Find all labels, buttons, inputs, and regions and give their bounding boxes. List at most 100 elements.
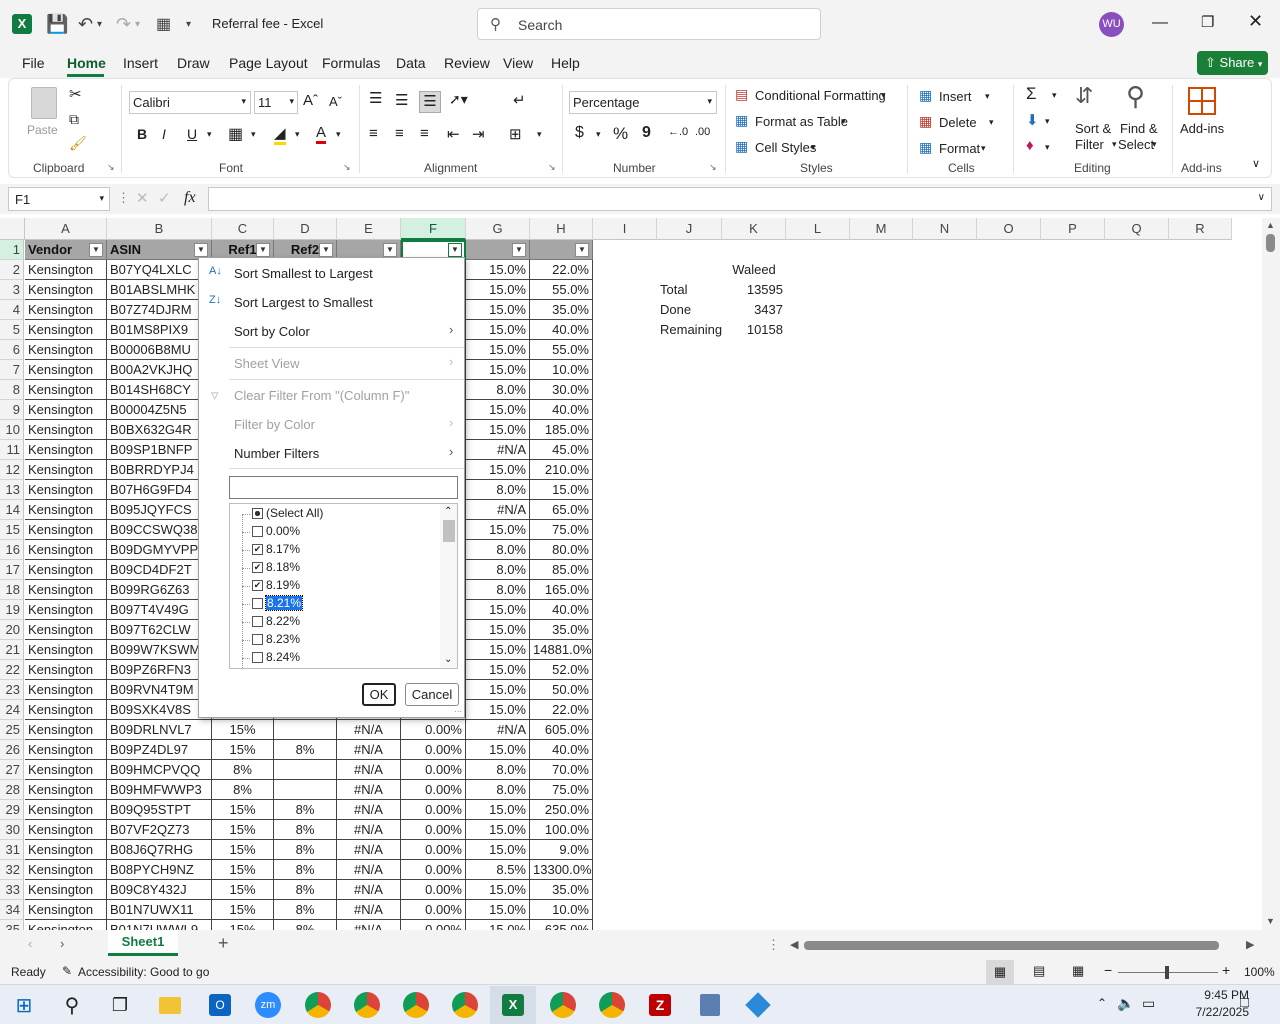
filter-option-label[interactable]: (Select All) <box>266 506 323 520</box>
row-header[interactable]: 30 <box>0 820 24 840</box>
name-box[interactable]: F1 ▾ <box>8 187 110 211</box>
align-top-icon[interactable]: ☰ <box>369 89 382 107</box>
table-cell[interactable]: 8% <box>212 780 274 800</box>
filter-button-icon[interactable]: ▼ <box>512 243 526 257</box>
table-cell[interactable]: B099W7KSWM <box>107 640 212 660</box>
table-cell[interactable]: 75.0% <box>530 780 593 800</box>
table-cell[interactable]: Kensington <box>25 260 107 280</box>
table-cell[interactable]: 8.0% <box>466 580 530 600</box>
table-cell[interactable]: 9.0% <box>530 840 593 860</box>
table-cell[interactable]: 15.0% <box>466 660 530 680</box>
table-cell[interactable]: B01ABSLMHK <box>107 280 212 300</box>
format-as-table-button[interactable]: Format as Table <box>755 114 848 129</box>
table-cell[interactable]: 15% <box>212 900 274 920</box>
number-format-select[interactable]: Percentage ▾ <box>569 91 717 114</box>
add-ins-icon[interactable] <box>1188 87 1216 115</box>
filter-option-label[interactable]: 8.18% <box>266 560 300 574</box>
tab-draw[interactable]: Draw <box>177 55 210 71</box>
table-cell[interactable]: 40.0% <box>530 740 593 760</box>
chevron-down-icon[interactable]: ▾ <box>1045 142 1050 153</box>
share-button[interactable]: ⇧ Share ▾ <box>1197 51 1268 75</box>
tab-help[interactable]: Help <box>551 55 580 71</box>
search-box[interactable]: ⚲ Search <box>477 8 821 40</box>
filter-search-input[interactable] <box>229 476 458 499</box>
row-header[interactable]: 15 <box>0 520 24 540</box>
table-cell[interactable]: 35.0% <box>530 880 593 900</box>
table-cell[interactable]: 65.0% <box>530 500 593 520</box>
table-cell[interactable]: B07H6G9FD4 <box>107 480 212 500</box>
table-cell[interactable]: Kensington <box>25 420 107 440</box>
table-cell[interactable]: B09SP1BNFP <box>107 440 212 460</box>
table-cell[interactable]: 15.0% <box>466 520 530 540</box>
table-cell[interactable]: 8% <box>212 760 274 780</box>
column-header[interactable]: A <box>25 218 107 240</box>
table-cell[interactable]: 10.0% <box>530 900 593 920</box>
add-ins-button[interactable]: Add-ins <box>1180 121 1224 136</box>
table-cell[interactable]: 15% <box>212 840 274 860</box>
table-cell[interactable]: Kensington <box>25 640 107 660</box>
clock-date[interactable]: 7/22/2025 <box>1163 1005 1249 1019</box>
fill-icon[interactable]: ⬇ <box>1026 111 1039 129</box>
orientation-icon[interactable]: ➚▾ <box>449 91 468 108</box>
align-center-icon[interactable]: ≡ <box>395 125 404 142</box>
table-cell[interactable]: B08PYCH9NZ <box>107 860 212 880</box>
chrome-icon[interactable] <box>300 989 336 1021</box>
table-cell[interactable]: #N/A <box>337 720 401 740</box>
table-cell[interactable]: 8.5% <box>466 860 530 880</box>
summary-total-value[interactable]: 13595 <box>722 280 786 300</box>
table-cell[interactable]: 0.00% <box>401 720 466 740</box>
borders-icon[interactable]: ▦ <box>228 124 243 144</box>
row-header[interactable]: 19 <box>0 600 24 620</box>
formula-input[interactable]: ∨ <box>208 187 1272 211</box>
table-cell[interactable]: 15.0% <box>466 900 530 920</box>
table-cell[interactable]: 15.0% <box>466 800 530 820</box>
table-cell[interactable]: Kensington <box>25 680 107 700</box>
row-header[interactable]: 32 <box>0 860 24 880</box>
table-cell[interactable]: 22.0% <box>530 700 593 720</box>
redo-icon[interactable]: ↷ <box>116 14 131 35</box>
filter-option-checkbox[interactable] <box>252 652 263 663</box>
windows-start-icon[interactable]: ⊞ <box>6 989 42 1021</box>
table-cell[interactable]: 15.0% <box>466 920 530 930</box>
row-header[interactable]: 6 <box>0 340 24 360</box>
align-bottom-icon[interactable]: ☰ <box>419 91 441 113</box>
table-cell[interactable]: B09PZ6RFN3 <box>107 660 212 680</box>
table-cell[interactable]: 13300.0% <box>530 860 593 880</box>
decrease-decimal-icon[interactable]: .00 <box>695 126 710 138</box>
column-header[interactable]: C <box>212 218 274 240</box>
row-header[interactable]: 24 <box>0 700 24 720</box>
table-cell[interactable]: Kensington <box>25 800 107 820</box>
filter-values-list[interactable]: (Select All) 0.00% ✔ 8.17% ✔ 8.18% ✔ 8.19% 8.21%… <box>229 503 458 669</box>
column-header[interactable]: B <box>107 218 212 240</box>
notifications-icon[interactable]: □ <box>1240 994 1249 1011</box>
filter-button-icon[interactable]: ▼ <box>383 243 397 257</box>
paste-button[interactable]: Paste <box>27 123 58 137</box>
scroll-right-icon[interactable]: ▶ <box>1246 938 1254 951</box>
table-cell[interactable]: 15.0% <box>466 820 530 840</box>
chrome-icon[interactable] <box>594 989 630 1021</box>
table-cell[interactable]: B00006B8MU <box>107 340 212 360</box>
copy-icon[interactable]: ⧉ <box>69 111 79 128</box>
table-cell[interactable]: Kensington <box>25 500 107 520</box>
table-cell[interactable]: #N/A <box>337 760 401 780</box>
sort-filter-label-2[interactable]: Filter <box>1075 137 1104 152</box>
align-middle-icon[interactable]: ☰ <box>395 91 408 109</box>
table-cell[interactable]: 40.0% <box>530 600 593 620</box>
table-cell[interactable]: 0.00% <box>401 860 466 880</box>
tab-page-layout[interactable]: Page Layout <box>229 55 308 71</box>
row-header[interactable]: 13 <box>0 480 24 500</box>
filter-option-label[interactable]: 8.22% <box>266 614 300 628</box>
row-header[interactable]: 5 <box>0 320 24 340</box>
zoom-level[interactable]: 100% <box>1244 965 1275 979</box>
row-header[interactable]: 2 <box>0 260 24 280</box>
increase-indent-icon[interactable]: ⇥ <box>472 125 485 143</box>
increase-decimal-icon[interactable]: ←.0 <box>668 126 688 138</box>
table-cell[interactable]: 8% <box>274 840 337 860</box>
table-cell[interactable]: #N/A <box>337 740 401 760</box>
table-cell[interactable]: 8.0% <box>466 480 530 500</box>
filter-option-checkbox[interactable] <box>252 598 263 609</box>
filter-option-checkbox[interactable]: ✔ <box>252 544 263 555</box>
currency-button[interactable]: $ <box>575 124 584 142</box>
format-painter-icon[interactable]: 🖌 <box>69 135 87 152</box>
table-cell[interactable]: 605.0% <box>530 720 593 740</box>
